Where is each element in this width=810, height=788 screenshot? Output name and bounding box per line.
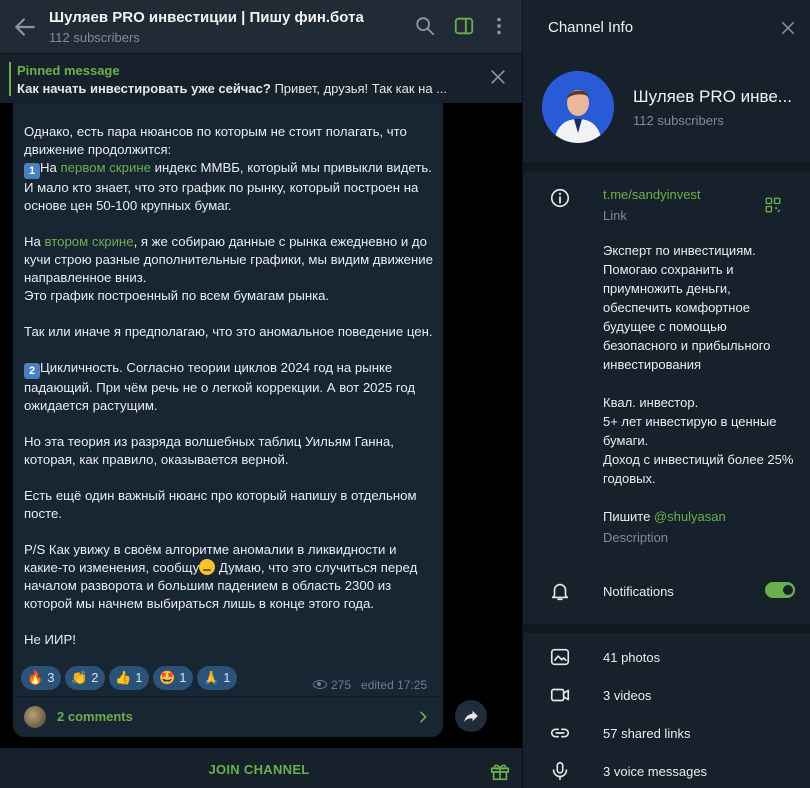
gift-icon[interactable]: [489, 760, 511, 782]
clap-icon: 👏: [71, 670, 88, 685]
channel-description: Эксперт по инвестициям. Помогаю сохранит…: [603, 241, 803, 545]
link-label: Link: [603, 208, 627, 223]
contact-username-link[interactable]: @shulyasan: [654, 509, 726, 524]
channel-post: Однако, есть пара нюансов по которым не …: [13, 103, 443, 737]
channel-link[interactable]: t.me/sandyinvest: [603, 187, 701, 202]
post-p3-pre: На: [24, 234, 45, 249]
post-text: Однако, есть пара нюансов по которым не …: [24, 123, 434, 667]
description-label: Description: [603, 530, 669, 545]
shared-videos[interactable]: 3 videos: [603, 688, 651, 703]
notifications-toggle[interactable]: [765, 582, 795, 598]
channel-subscribers: 112 subscribers: [633, 113, 724, 128]
microphone-icon: [552, 761, 568, 781]
chat-title[interactable]: Шуляев PRO инвестиции | Пишу фин.бота: [49, 9, 364, 26]
shared-links[interactable]: 57 shared links: [603, 726, 690, 741]
pinned-indicator: [9, 62, 11, 96]
edited-time: edited 17:25: [361, 678, 428, 692]
more-menu-icon[interactable]: [488, 15, 510, 37]
channel-name: Шуляев PRO инве...: [633, 87, 792, 106]
search-icon[interactable]: [414, 15, 436, 37]
share-arrow-icon: [464, 710, 478, 722]
join-channel-button[interactable]: JOIN CHANNEL: [0, 762, 518, 777]
pray-icon: 🙏: [203, 670, 220, 685]
reaction-count: 1: [135, 670, 143, 685]
link-icon: [550, 728, 570, 738]
post-p7: Есть ещё один важный нюанс про который н…: [24, 488, 417, 521]
post-p2-pre: На: [40, 160, 61, 175]
back-arrow-icon[interactable]: [12, 14, 38, 40]
post-p5: Цикличность. Согласно теории циклов 2024…: [24, 360, 416, 413]
post-p3-line2: Это график построенный по всем бумагам р…: [24, 288, 330, 303]
views-eye-icon: [313, 680, 327, 689]
reaction-clap[interactable]: 👏 2: [65, 666, 105, 690]
thumbs-up-icon: 👍: [115, 670, 132, 685]
pinned-label: Pinned message: [17, 63, 120, 78]
photo-icon: [550, 648, 570, 666]
description-l1: Квал. инвестор.: [603, 395, 699, 410]
commenter-avatar: [24, 706, 46, 728]
post-meta: 275 edited 17:25: [313, 678, 427, 692]
divider: [523, 624, 810, 633]
info-icon: [550, 188, 570, 208]
reaction-count: 2: [91, 670, 99, 685]
number-one-icon: 1: [24, 163, 40, 179]
person-photo-icon: [542, 71, 614, 143]
close-icon[interactable]: [779, 19, 797, 37]
description-l2: 5+ лет инвестирую в ценные бумаги.: [603, 414, 777, 448]
pinned-rest: Привет, друзья! Так как на ...: [270, 81, 447, 96]
divider: [523, 162, 810, 171]
comments-button[interactable]: 2 comments: [13, 696, 443, 737]
reaction-pray[interactable]: 🙏 1: [197, 666, 237, 690]
fire-icon: 🔥: [27, 670, 44, 685]
description-write: Пишите: [603, 509, 654, 524]
share-button[interactable]: [455, 700, 487, 732]
close-pinned-icon[interactable]: [488, 67, 508, 87]
info-title: Channel Info: [548, 19, 634, 36]
reaction-count: 1: [223, 670, 231, 685]
chat-subscribers: 112 subscribers: [49, 30, 140, 45]
pinned-bold: Как начать инвестировать уже сейчас?: [17, 81, 271, 96]
star-struck-icon: 🤩: [159, 670, 176, 685]
shared-photos[interactable]: 41 photos: [603, 650, 660, 665]
chevron-right-icon: [420, 711, 427, 723]
channel-info-panel: Channel Info Шуляев PRO инве... 112 subs…: [522, 0, 810, 788]
join-bar: JOIN CHANNEL: [0, 748, 522, 788]
reaction-count: 3: [47, 670, 55, 685]
post-p9: Не ИИР!: [24, 632, 76, 647]
first-screen-link[interactable]: первом скрине: [61, 160, 151, 175]
smirk-emoji-icon: [199, 559, 216, 575]
second-screen-link[interactable]: втором скрине: [45, 234, 134, 249]
post-p4: Так или иначе я предполагаю, что это ано…: [24, 324, 433, 339]
reaction-thumbs-up[interactable]: 👍 1: [109, 666, 149, 690]
qr-code-icon[interactable]: [764, 196, 782, 214]
description-p1: Эксперт по инвестициям. Помогаю сохранит…: [603, 243, 771, 372]
number-two-icon: 2: [24, 363, 40, 379]
chat-pane: Шуляев PRO инвестиции | Пишу фин.бота 11…: [0, 0, 522, 788]
notifications-label: Notifications: [603, 584, 674, 599]
description-l3: Доход с инвестиций более 25% годовых.: [603, 452, 794, 486]
sidebar-toggle-icon[interactable]: [453, 15, 475, 37]
pinned-message-bar[interactable]: Pinned message Как начать инвестировать …: [0, 53, 522, 103]
views-count: 275: [331, 678, 352, 692]
chat-header: Шуляев PRO инвестиции | Пишу фин.бота 11…: [0, 0, 522, 53]
reaction-fire[interactable]: 🔥 3: [21, 666, 61, 690]
channel-avatar[interactable]: [542, 71, 614, 143]
shared-voice-messages[interactable]: 3 voice messages: [603, 764, 707, 779]
reaction-star-struck[interactable]: 🤩 1: [153, 666, 193, 690]
bell-icon: [551, 583, 569, 601]
reaction-count: 1: [179, 670, 187, 685]
post-p1: Однако, есть пара нюансов по которым не …: [24, 124, 407, 157]
comments-count: 2 comments: [57, 709, 133, 724]
pinned-preview: Как начать инвестировать уже сейчас? При…: [17, 81, 462, 96]
post-p6: Но эта теория из разряда волшебных табли…: [24, 434, 394, 467]
video-icon: [550, 688, 570, 702]
